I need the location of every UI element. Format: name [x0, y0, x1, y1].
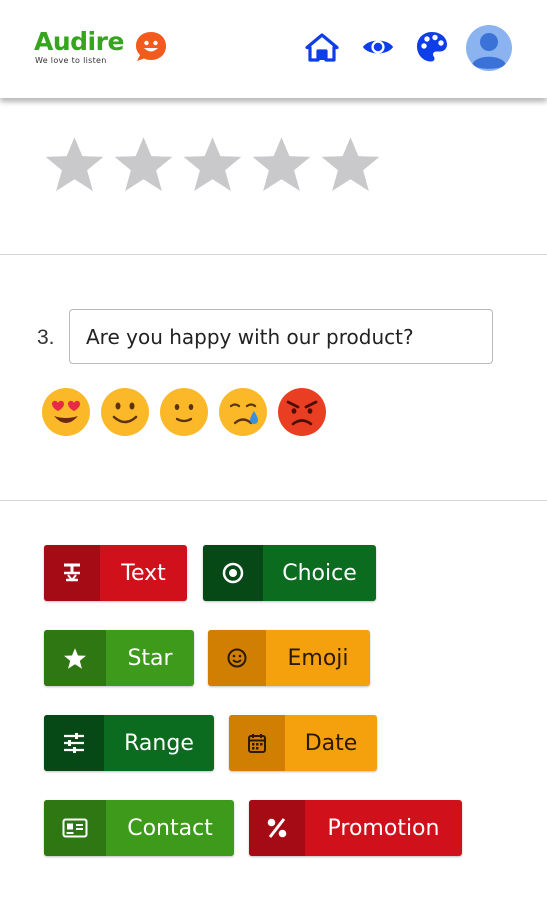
eye-icon[interactable] — [361, 30, 395, 64]
rating-star-icon[interactable] — [181, 135, 244, 193]
text-format-icon — [44, 545, 100, 601]
contact-button-label: Contact — [127, 815, 213, 841]
contact-card-icon — [44, 800, 106, 856]
date-button-label: Date — [304, 730, 358, 756]
emoji-button-label: Emoji — [287, 645, 349, 671]
app-header: Audire We love to listen — [0, 0, 547, 98]
star-question-button[interactable]: Star — [44, 630, 194, 686]
crying-emoji-icon[interactable] — [218, 387, 268, 437]
speech-bubble-icon — [136, 32, 166, 61]
smiling-emoji-icon[interactable] — [100, 387, 150, 437]
heart-eyes-emoji-icon[interactable] — [41, 387, 91, 437]
promotion-button-label: Promotion — [327, 815, 440, 841]
palette-icon[interactable] — [415, 30, 449, 64]
text-question-button[interactable]: Text — [44, 545, 187, 601]
section-divider — [0, 254, 547, 255]
emoji-question-button[interactable]: Emoji — [208, 630, 370, 686]
logo-text: Audire — [34, 27, 124, 56]
promotion-question-button[interactable]: Promotion — [249, 800, 462, 856]
text-button-label: Text — [121, 560, 166, 586]
choice-button-label: Choice — [282, 560, 357, 586]
range-button-label: Range — [124, 730, 194, 756]
sliders-icon — [44, 715, 104, 771]
logo-tagline: We love to listen — [35, 56, 107, 65]
range-question-button[interactable]: Range — [44, 715, 214, 771]
date-question-button[interactable]: Date — [229, 715, 377, 771]
star-icon — [44, 630, 106, 686]
slight-smile-emoji-icon[interactable] — [159, 387, 209, 437]
radio-choice-icon — [203, 545, 263, 601]
emoji-options — [41, 387, 327, 437]
contact-question-button[interactable]: Contact — [44, 800, 234, 856]
star-button-label: Star — [127, 645, 173, 671]
rating-star-icon[interactable] — [319, 135, 382, 193]
user-avatar-icon[interactable] — [466, 25, 512, 71]
audire-logo[interactable]: Audire We love to listen — [34, 27, 166, 65]
rating-star-icon[interactable] — [43, 135, 106, 193]
question-number: 3. — [37, 326, 55, 349]
section-divider — [0, 500, 547, 501]
percent-icon — [249, 800, 305, 856]
star-rating — [43, 135, 382, 193]
rating-star-icon[interactable] — [250, 135, 313, 193]
calendar-icon — [229, 715, 285, 771]
angry-emoji-icon[interactable] — [277, 387, 327, 437]
home-icon[interactable] — [305, 30, 339, 64]
question-text-input[interactable] — [69, 309, 493, 364]
smiley-icon — [208, 630, 266, 686]
choice-question-button[interactable]: Choice — [203, 545, 376, 601]
rating-star-icon[interactable] — [112, 135, 175, 193]
